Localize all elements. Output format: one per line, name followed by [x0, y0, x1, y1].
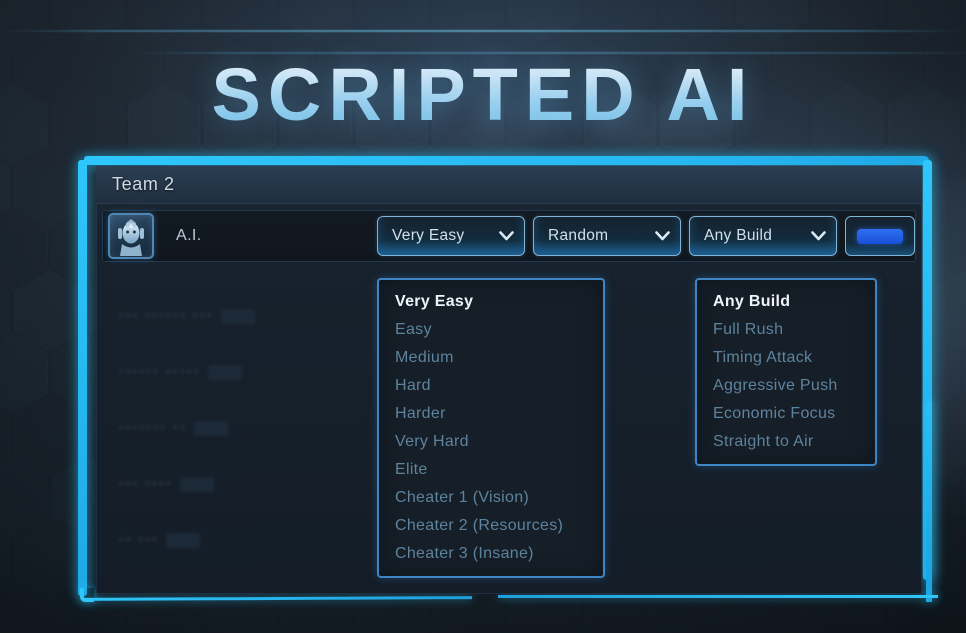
player-row[interactable]: A.I. Very Easy Random Any Build	[102, 210, 916, 262]
chevron-down-icon	[655, 231, 670, 241]
list-item[interactable]: Hard	[379, 372, 603, 400]
race-dropdown-value: Random	[548, 227, 609, 244]
race-dropdown[interactable]: Random	[533, 216, 681, 256]
list-item[interactable]: Straight to Air	[697, 428, 875, 456]
list-item[interactable]: Timing Attack	[697, 344, 875, 372]
panel-frame-top	[84, 156, 929, 165]
list-item[interactable]: Medium	[379, 344, 603, 372]
color-swatch	[857, 228, 903, 244]
panel-corner-bottom-left	[80, 588, 94, 602]
ai-face-portrait-icon[interactable]	[108, 213, 154, 259]
player-name: A.I.	[176, 227, 202, 244]
list-item[interactable]: Full Rush	[697, 316, 875, 344]
list-item[interactable]: Any Build	[697, 288, 875, 316]
build-dropdown-value: Any Build	[704, 227, 773, 244]
list-item[interactable]: Economic Focus	[697, 400, 875, 428]
team-header: Team 2	[96, 166, 922, 204]
background-row-4: ••• ••••	[118, 474, 215, 494]
panel-frame-left	[78, 160, 87, 596]
panel-frame-bottom-right	[498, 595, 938, 598]
team-label: Team 2	[112, 174, 175, 194]
difficulty-dropdown-list[interactable]: Very Easy Easy Medium Hard Harder Very Hard El…	[377, 278, 605, 578]
list-item[interactable]: Elite	[379, 456, 603, 484]
list-item[interactable]: Cheater 1 (Vision)	[379, 484, 603, 512]
list-item[interactable]: Very Easy	[379, 288, 603, 316]
list-item[interactable]: Harder	[379, 400, 603, 428]
player-color-button[interactable]	[845, 216, 915, 256]
difficulty-dropdown[interactable]: Very Easy	[377, 216, 525, 256]
build-dropdown[interactable]: Any Build	[689, 216, 837, 256]
background-row-1: ••• •••••• •••	[118, 306, 255, 326]
difficulty-dropdown-value: Very Easy	[392, 227, 465, 244]
chevron-down-icon	[499, 231, 514, 241]
background-row-3: ••••••• ••	[118, 418, 229, 438]
list-item[interactable]: Aggressive Push	[697, 372, 875, 400]
background-row-2: •••••• •••••	[118, 362, 243, 382]
background-row-5: •• •••	[118, 530, 201, 550]
panel-frame-bottom-left	[82, 596, 472, 601]
list-item[interactable]: Cheater 2 (Resources)	[379, 512, 603, 540]
chevron-down-icon	[811, 231, 826, 241]
page-title: SCRIPTED AI	[0, 52, 966, 137]
list-item[interactable]: Cheater 3 (Insane)	[379, 540, 603, 568]
panel-frame-right-lower	[926, 402, 932, 602]
build-dropdown-list[interactable]: Any Build Full Rush Timing Attack Aggressiv…	[695, 278, 877, 466]
list-item[interactable]: Easy	[379, 316, 603, 344]
list-item[interactable]: Very Hard	[379, 428, 603, 456]
